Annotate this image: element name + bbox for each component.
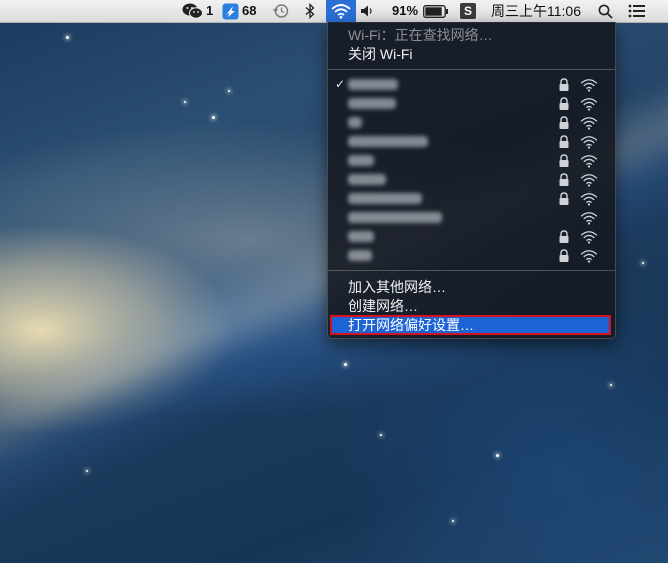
turn-off-wifi-item[interactable]: 关闭 Wi-Fi [348,44,413,64]
time-machine-status-item[interactable] [272,0,290,22]
network-row[interactable] [328,209,615,227]
connected-check-icon: ✓ [335,77,346,91]
wifi-icon [331,4,351,19]
lock-icon [558,249,570,268]
create-network-item[interactable]: 创建网络… [348,296,418,316]
app-update-count: 68 [242,3,257,18]
network-row[interactable] [328,171,615,189]
wechat-count: 1 [206,3,214,18]
input-method-status-item[interactable]: S [460,0,476,22]
star [66,36,69,39]
star [344,363,347,366]
blurred-network-name [348,212,442,223]
star [452,520,454,522]
network-row[interactable] [328,114,615,132]
star [642,262,644,264]
time-machine-icon [272,4,289,18]
menu-separator [328,69,615,70]
wechat-status-item[interactable]: 1 [182,0,213,22]
notification-center-icon [628,4,645,18]
bluetooth-icon [305,3,315,19]
star [228,90,230,92]
blurred-network-name [348,136,428,147]
volume-icon [361,5,372,17]
star [496,454,499,457]
battery-status-item[interactable]: 91% [392,0,449,22]
star [610,384,612,386]
battery-percent: 91% [392,3,419,18]
input-method-icon: S [460,3,476,19]
app-update-status-item[interactable]: 68 [222,0,256,22]
blurred-network-name [348,155,374,166]
star [212,116,215,119]
blurred-network-name [348,193,422,204]
clock-status-item[interactable]: 周三上午11:06 [491,0,581,22]
blurred-network-name [348,117,362,128]
star [184,101,186,103]
bluetooth-status-item[interactable] [304,0,316,22]
notification-center-status-item[interactable] [628,0,646,22]
network-row[interactable]: ✓ [328,76,615,94]
spotlight-search-icon [598,4,613,19]
menu-bar: 1 68 91% S 周三上午11:06 [0,0,668,23]
wifi-dropdown-menu: Wi-Fi：正在查找网络… 关闭 Wi-Fi ✓ 加入其他网络… 创建网络… 打… [327,22,616,339]
blurred-network-name [348,231,374,242]
input-method-label: S [463,4,472,18]
spotlight-status-item[interactable] [598,0,613,22]
blurred-network-name [348,98,396,109]
network-row[interactable] [328,190,615,208]
blurred-network-name [348,174,386,185]
open-network-preferences-label: 打开网络偏好设置… [348,317,474,333]
wifi-status-item[interactable] [326,0,356,22]
network-row[interactable] [328,228,615,246]
volume-status-item[interactable] [360,0,376,22]
wechat-icon [182,3,203,19]
app-update-icon [222,3,239,19]
wifi-status-text: Wi-Fi：正在查找网络… [348,27,493,43]
wifi-signal-icon [580,249,598,268]
star [86,470,88,472]
battery-icon [423,4,449,18]
blurred-network-name [348,79,398,90]
network-row[interactable] [328,133,615,151]
menubar-clock: 周三上午11:06 [491,3,581,19]
network-row[interactable] [328,247,615,265]
blurred-network-name [348,250,372,261]
join-other-network-item[interactable]: 加入其他网络… [348,277,446,297]
open-network-preferences-item[interactable]: 打开网络偏好设置… [330,315,611,335]
network-row[interactable] [328,152,615,170]
star [380,434,382,436]
menu-separator [328,270,615,271]
network-row[interactable] [328,95,615,113]
